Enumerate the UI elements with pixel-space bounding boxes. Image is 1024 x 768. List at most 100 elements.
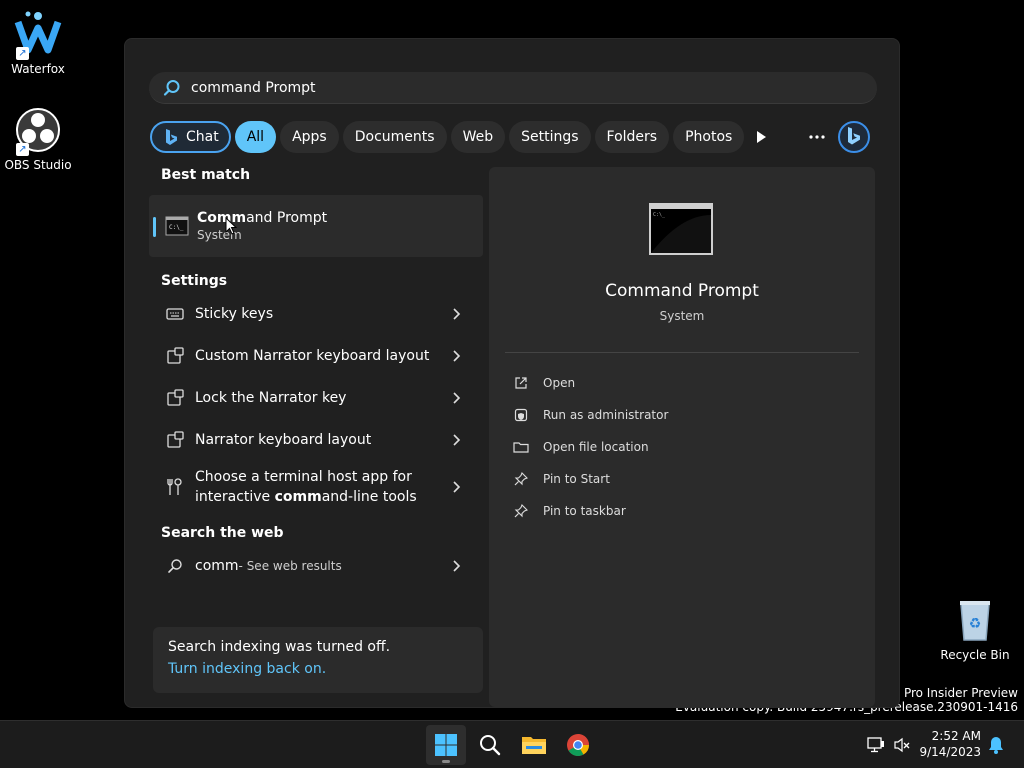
filter-label: Photos <box>685 129 733 145</box>
desktop-icon-waterfox[interactable]: ↗ Waterfox <box>0 10 76 76</box>
desktop-icon-label: Recycle Bin <box>940 648 1010 662</box>
shield-icon <box>513 407 529 423</box>
web-search-result[interactable]: comm - See web results <box>149 545 483 587</box>
start-button[interactable] <box>426 725 466 765</box>
filter-label: Documents <box>354 129 435 145</box>
preview-subtitle: System <box>659 309 705 323</box>
divider <box>505 352 859 353</box>
clock-date: 9/14/2023 <box>919 745 981 759</box>
search-icon <box>163 79 180 96</box>
bing-icon <box>166 129 177 145</box>
chevron-right-icon <box>453 392 461 404</box>
search-flyout: Chat All Apps Documents Web Settings Fol… <box>124 38 900 708</box>
action-run-as-admin[interactable]: Run as administrator <box>513 399 668 431</box>
filter-all[interactable]: All <box>234 121 277 153</box>
windows-logo-icon <box>435 734 457 756</box>
filter-label: Folders <box>606 129 658 145</box>
setting-narrator-keyboard-layout[interactable]: Narrator keyboard layout <box>149 419 483 461</box>
filter-documents[interactable]: Documents <box>342 121 447 153</box>
file-explorer-button[interactable] <box>514 725 554 765</box>
chat-chip[interactable]: Chat <box>150 121 231 153</box>
filter-web[interactable]: Web <box>450 121 506 153</box>
preview-title: Command Prompt <box>605 281 759 301</box>
tools-icon <box>165 477 185 497</box>
filter-label: Settings <box>521 129 579 145</box>
clock[interactable]: 2:52 AM 9/14/2023 <box>919 728 981 760</box>
action-label: Open <box>543 376 576 390</box>
settings-heading: Settings <box>161 273 228 289</box>
bell-icon <box>989 737 1003 754</box>
chevron-right-icon <box>453 560 461 572</box>
action-pin-to-taskbar[interactable]: Pin to taskbar <box>513 495 668 527</box>
folder-icon <box>513 439 529 455</box>
label-rest: and-line tools <box>321 489 417 505</box>
clock-time: 2:52 AM <box>931 729 981 743</box>
setting-sticky-keys[interactable]: Sticky keys <box>149 293 483 335</box>
label-pre: interactive <box>195 489 275 505</box>
indexing-notice-text: Search indexing was turned off. <box>168 639 391 655</box>
label-bold: comm <box>274 489 322 505</box>
setting-label-line1: Choose a terminal host app for <box>195 469 412 485</box>
action-label: Pin to taskbar <box>543 504 626 518</box>
bing-logo-icon <box>838 121 870 153</box>
filter-label: All <box>246 129 265 145</box>
filter-folders[interactable]: Folders <box>594 121 670 153</box>
action-label: Run as administrator <box>543 408 669 422</box>
desktop-icon-obs[interactable]: ↗ OBS Studio <box>0 106 76 172</box>
bing-chat-button[interactable] <box>837 120 871 154</box>
chrome-button[interactable] <box>558 725 598 765</box>
filter-apps[interactable]: Apps <box>280 121 339 153</box>
chat-label: Chat <box>186 129 219 145</box>
search-icon <box>165 556 185 576</box>
mouse-cursor <box>225 217 238 235</box>
turn-indexing-on-link[interactable]: Turn indexing back on. <box>168 661 468 677</box>
results-list: Best match C:\_ Command Prompt System Se… <box>149 167 483 587</box>
open-external-icon <box>513 375 529 391</box>
setting-label-line2: interactive command-line tools <box>195 487 417 507</box>
play-icon <box>757 131 766 143</box>
setting-custom-narrator-layout[interactable]: Custom Narrator keyboard layout <box>149 335 483 377</box>
selection-accent <box>153 217 156 237</box>
waterfox-icon: ↗ <box>14 10 62 60</box>
chevron-right-icon <box>453 350 461 362</box>
best-match-heading: Best match <box>161 167 251 183</box>
search-web-heading: Search the web <box>161 525 284 541</box>
taskbar-search-button[interactable] <box>470 725 510 765</box>
chrome-icon <box>567 734 589 756</box>
search-icon <box>480 735 501 756</box>
desktop-icon-recycle-bin[interactable]: ♻ Recycle Bin <box>937 596 1013 662</box>
svg-text:♻: ♻ <box>969 616 982 632</box>
setting-label: Lock the Narrator key <box>195 390 347 406</box>
action-pin-to-start[interactable]: Pin to Start <box>513 463 668 495</box>
more-options-button[interactable] <box>803 120 831 154</box>
web-suffix: - See web results <box>238 559 342 573</box>
setting-terminal-host-app[interactable]: Choose a terminal host app for interacti… <box>149 461 483 513</box>
volume-button[interactable] <box>884 725 920 765</box>
cmd-icon: C:\_ <box>165 216 189 236</box>
filter-label: Apps <box>292 129 327 145</box>
ellipsis-icon <box>809 135 825 139</box>
desktop-icon-label: Waterfox <box>11 62 65 76</box>
pin-icon <box>513 471 529 487</box>
setting-label: Narrator keyboard layout <box>195 432 372 448</box>
filter-settings[interactable]: Settings <box>509 121 591 153</box>
notifications-button[interactable] <box>982 725 1010 765</box>
action-label: Open file location <box>543 440 649 454</box>
web-query: comm <box>195 558 239 574</box>
search-box[interactable] <box>149 72 877 104</box>
volume-muted-icon <box>894 737 910 753</box>
taskbar: 2:52 AM 9/14/2023 <box>0 720 1024 768</box>
action-open-file-location[interactable]: Open file location <box>513 431 668 463</box>
more-filters-button[interactable] <box>747 120 775 154</box>
chevron-right-icon <box>453 434 461 446</box>
svg-text:C:\_: C:\_ <box>169 224 184 231</box>
best-match-command-prompt[interactable]: C:\_ Command Prompt System <box>149 195 483 257</box>
search-input[interactable] <box>191 79 791 96</box>
filter-photos[interactable]: Photos <box>673 121 745 153</box>
setting-label: Custom Narrator keyboard layout <box>195 348 430 364</box>
setting-lock-narrator-key[interactable]: Lock the Narrator key <box>149 377 483 419</box>
narrator-icon <box>165 388 185 408</box>
narrator-icon <box>165 346 185 366</box>
action-open[interactable]: Open <box>513 367 668 399</box>
chevron-right-icon <box>453 481 461 493</box>
